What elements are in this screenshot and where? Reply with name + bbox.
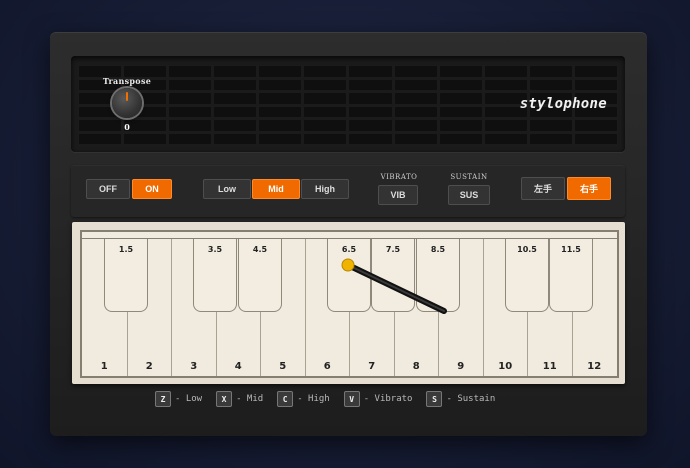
shortcut-key: Z: [155, 391, 171, 407]
shortcut-low: Z - Low: [155, 391, 202, 407]
sustain-button[interactable]: SUS: [448, 185, 490, 205]
shortcut-key: X: [216, 391, 233, 407]
shortcut-desc: - High: [297, 394, 330, 404]
keyboard-frame: 1 2 3 4 5 6 7 8 9 10 11 12 1.5 3.5 4.5 6…: [72, 222, 625, 384]
vibrato-button[interactable]: VIB: [378, 185, 418, 205]
stylus[interactable]: [82, 232, 617, 376]
left-hand-button[interactable]: 左手: [521, 177, 565, 200]
right-hand-button[interactable]: 右手: [567, 177, 611, 200]
octave-mid-button[interactable]: Mid: [252, 179, 300, 199]
transpose-control: Transpose 0: [101, 76, 153, 132]
shortcut-desc: - Vibrato: [363, 394, 413, 404]
stylus-keyboard: 1 2 3 4 5 6 7 8 9 10 11 12 1.5 3.5 4.5 6…: [80, 230, 619, 378]
stylophone-device: Transpose 0 stylophone OFF ON Low Mid Hi…: [50, 32, 647, 436]
keyboard-shortcuts: Z - Low X - Mid C - High V - Vibrato S -…: [155, 391, 495, 407]
vibrato-label: VIBRATO: [380, 173, 418, 181]
shortcut-mid: X - Mid: [216, 391, 263, 407]
control-panel: OFF ON Low Mid High VIBRATO VIB SUSTAIN …: [71, 165, 625, 217]
transpose-knob[interactable]: [112, 88, 142, 118]
shortcut-desc: - Mid: [236, 394, 264, 404]
shortcut-high: C - High: [277, 391, 330, 407]
shortcut-key: V: [343, 391, 360, 407]
shortcut-key: S: [426, 391, 443, 407]
shortcut-desc: - Low: [175, 394, 203, 404]
speaker-grille: Transpose 0 stylophone: [71, 56, 625, 152]
power-on-button[interactable]: ON: [132, 179, 172, 199]
octave-high-button[interactable]: High: [301, 179, 349, 199]
sustain-label: SUSTAIN: [450, 173, 488, 181]
stylus-tip-icon: [341, 258, 355, 272]
transpose-label: Transpose: [102, 76, 152, 86]
brand-logo: stylophone: [519, 96, 607, 112]
octave-low-button[interactable]: Low: [203, 179, 251, 199]
shortcut-desc: - Sustain: [446, 394, 496, 404]
transpose-value: 0: [124, 122, 130, 132]
knob-indicator: [126, 92, 128, 101]
shortcut-vibrato: V - Vibrato: [343, 391, 413, 407]
shortcut-key: C: [277, 391, 294, 407]
shortcut-sustain: S - Sustain: [426, 391, 495, 407]
power-off-button[interactable]: OFF: [86, 179, 130, 199]
